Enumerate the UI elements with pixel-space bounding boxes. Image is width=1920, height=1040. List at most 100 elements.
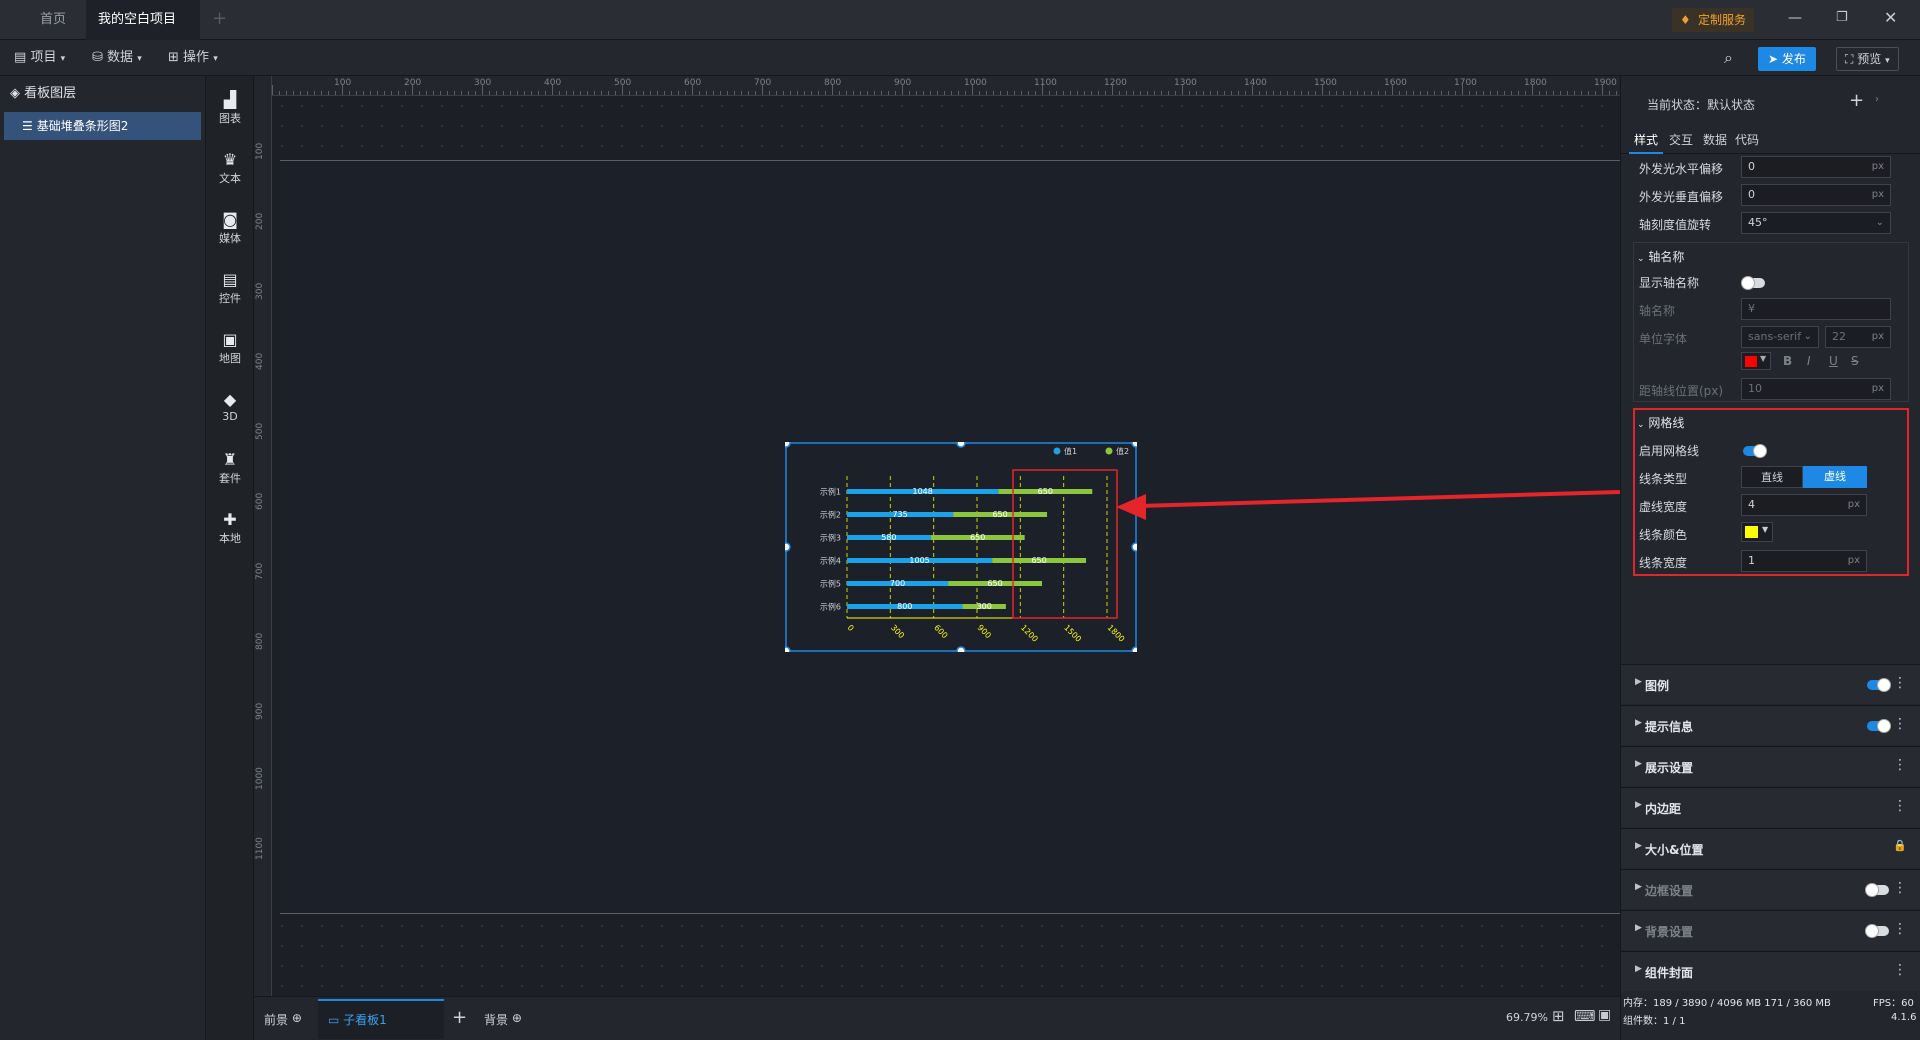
bold-icon[interactable]: B bbox=[1783, 354, 1792, 368]
menu-data[interactable]: ⛁ 数据 ▾ bbox=[92, 40, 142, 76]
line-width-input[interactable]: 1 px bbox=[1741, 550, 1867, 572]
unit-font-select[interactable]: sans-serif ⌄ bbox=[1741, 326, 1819, 348]
stacked-bar-chart[interactable]: 值1 值2 0 300 600 900 1200 1500 1800 示例1 1048 650 示例2 7… bbox=[785, 442, 1137, 652]
add-circle-icon[interactable]: ⊕ bbox=[292, 1011, 302, 1025]
glow-h-offset-input[interactable]: 0 px bbox=[1741, 156, 1891, 178]
preview-button[interactable]: ⛶ 预览 ▾ bbox=[1836, 47, 1899, 71]
lock-icon[interactable]: 🔒 bbox=[1893, 839, 1907, 852]
sub-board-tab[interactable]: ▭ 子看板1 bbox=[318, 999, 444, 1039]
add-state-icon[interactable]: + bbox=[1849, 90, 1864, 111]
add-tab-icon[interactable]: + bbox=[212, 8, 227, 29]
glow-v-offset-input[interactable]: 0 px bbox=[1741, 184, 1891, 206]
section-toggle[interactable] bbox=[1865, 883, 1889, 897]
line-width-unit: px bbox=[1847, 555, 1860, 566]
italic-icon[interactable]: I bbox=[1807, 354, 1811, 368]
menu-project[interactable]: ▤ 项目 ▾ bbox=[14, 40, 65, 76]
ruler-mark bbox=[1350, 91, 1351, 95]
axis-name-input[interactable]: ¥ bbox=[1741, 298, 1891, 320]
section-6[interactable]: ▶ 背景设置 ⋮ bbox=[1621, 910, 1920, 950]
section-toggle[interactable] bbox=[1867, 678, 1891, 692]
more-icon[interactable]: ⋮ bbox=[1893, 757, 1907, 773]
enable-grid-toggle[interactable] bbox=[1743, 444, 1767, 458]
restore-icon[interactable]: ❐ bbox=[1836, 10, 1848, 25]
chevron-right-icon[interactable]: › bbox=[1875, 94, 1879, 105]
tab-code[interactable]: 代码 bbox=[1735, 126, 1759, 154]
axis-name-section-header[interactable]: ⌄ 轴名称 bbox=[1637, 248, 1684, 265]
component-suite[interactable]: ♜ 套件 bbox=[206, 450, 254, 486]
ruler-mark bbox=[1231, 91, 1232, 95]
section-0[interactable]: ▶ 图例 ⋮ bbox=[1621, 664, 1920, 704]
show-axis-name-toggle[interactable] bbox=[1741, 276, 1765, 290]
more-icon[interactable]: ⋮ bbox=[1893, 962, 1907, 978]
unit-font-size-input[interactable]: 22 px bbox=[1825, 326, 1891, 348]
more-icon[interactable]: ⋮ bbox=[1893, 675, 1907, 691]
bar-chart-layer-icon: ☰ bbox=[22, 119, 33, 133]
ruler-mark bbox=[1420, 91, 1421, 95]
menu-operation[interactable]: ⊞ 操作 ▾ bbox=[168, 40, 218, 76]
component-text[interactable]: ♛ 文本 bbox=[206, 150, 254, 186]
custom-service-button[interactable]: ♦ 定制服务 bbox=[1672, 8, 1755, 32]
font-color-picker[interactable]: ▼ bbox=[1741, 352, 1771, 370]
component-media[interactable]: ◙ 媒体 bbox=[206, 210, 254, 246]
zoom-level[interactable]: 69.79% bbox=[1506, 1011, 1548, 1024]
ruler-mark bbox=[790, 91, 791, 95]
more-icon[interactable]: ⋮ bbox=[1893, 880, 1907, 896]
tab-project[interactable]: 我的空白项目 bbox=[86, 0, 200, 64]
fit-screen-icon[interactable]: ⊞ bbox=[1552, 1007, 1565, 1025]
publish-button[interactable]: ➤ 发布 bbox=[1758, 47, 1816, 71]
vertical-ruler[interactable]: 100 200 300 400 500 600 700 800 900 1000 1100 bbox=[254, 76, 272, 996]
grid-icon: ⊞ bbox=[168, 50, 179, 65]
component-count: 组件数：1 / 1 bbox=[1623, 1016, 1686, 1027]
component-control[interactable]: ▤ 控件 bbox=[206, 270, 254, 306]
tab-home[interactable]: 首页 bbox=[18, 0, 88, 40]
ruler-mark bbox=[314, 91, 315, 95]
tab-style[interactable]: 样式 bbox=[1629, 126, 1663, 154]
tick-rotation-select[interactable]: 45° ⌄ bbox=[1741, 212, 1891, 234]
more-icon[interactable]: ⋮ bbox=[1893, 716, 1907, 732]
horizontal-ruler[interactable]: 100 200 300 400 500 600 700 800 900 1000 1100 1200 1… bbox=[272, 76, 1620, 96]
section-7[interactable]: ▶ 组件封面 ⋮ bbox=[1621, 951, 1920, 991]
more-icon[interactable]: ⋮ bbox=[1893, 798, 1907, 814]
ruler-mark bbox=[629, 91, 630, 95]
terminal-icon[interactable]: ▣ bbox=[1598, 1007, 1611, 1023]
more-icon[interactable]: ⋮ bbox=[1893, 921, 1907, 937]
ruler-mark bbox=[1210, 91, 1211, 95]
minimize-icon[interactable]: — bbox=[1788, 10, 1802, 26]
section-4[interactable]: ▶ 大小&位置 🔒 bbox=[1621, 828, 1920, 868]
axis-distance-input[interactable]: 10 px bbox=[1741, 378, 1891, 400]
ruler-tick: 600 bbox=[255, 492, 265, 510]
section-toggle[interactable] bbox=[1865, 924, 1889, 938]
layer-item[interactable]: ☰ 基础堆叠条形图2 bbox=[4, 112, 201, 140]
section-3[interactable]: ▶ 内边距 ⋮ bbox=[1621, 787, 1920, 827]
background-tab[interactable]: 背景 ⊕ bbox=[484, 1011, 522, 1028]
ruler-mark bbox=[1336, 91, 1337, 95]
line-type-dashed[interactable]: 虚线 bbox=[1803, 466, 1867, 488]
add-circle-icon[interactable]: ⊕ bbox=[512, 1011, 522, 1025]
dash-width-input[interactable]: 4 px bbox=[1741, 494, 1867, 516]
section-toggle[interactable] bbox=[1867, 719, 1891, 733]
ruler-mark bbox=[433, 91, 434, 95]
add-board-icon[interactable]: + bbox=[452, 1007, 467, 1028]
underline-icon[interactable]: U bbox=[1829, 354, 1838, 368]
section-2[interactable]: ▶ 展示设置 ⋮ bbox=[1621, 746, 1920, 786]
ruler-mark bbox=[867, 91, 868, 95]
component-map[interactable]: ▣ 地图 bbox=[206, 330, 254, 366]
board-screen[interactable]: 值1 值2 0 300 600 900 1200 1500 1800 示例1 1048 650 示例2 7… bbox=[280, 160, 1620, 914]
line-type-solid[interactable]: 直线 bbox=[1741, 466, 1803, 488]
tab-interaction[interactable]: 交互 bbox=[1669, 126, 1693, 154]
component-3d[interactable]: ◆ 3D bbox=[206, 390, 254, 423]
tab-data[interactable]: 数据 bbox=[1703, 126, 1727, 154]
canvas-workspace[interactable]: 值1 值2 0 300 600 900 1200 1500 1800 示例1 1048 650 示例2 7… bbox=[272, 96, 1621, 996]
foreground-tab[interactable]: 前景 ⊕ bbox=[264, 1011, 302, 1028]
component-local[interactable]: ✚ 本地 bbox=[206, 510, 254, 546]
section-1[interactable]: ▶ 提示信息 ⋮ bbox=[1621, 705, 1920, 745]
ruler-mark bbox=[1462, 85, 1463, 95]
line-color-picker[interactable]: ▼ bbox=[1741, 522, 1773, 542]
component-chart[interactable]: ▟ 图表 bbox=[206, 90, 254, 126]
close-icon[interactable]: ✕ bbox=[1884, 8, 1897, 27]
search-icon[interactable]: ⌕ bbox=[1724, 48, 1733, 68]
strikethrough-icon[interactable]: S bbox=[1851, 354, 1859, 368]
keyboard-icon[interactable]: ⌨ bbox=[1574, 1007, 1596, 1025]
grid-section-header[interactable]: ⌄ 网格线 bbox=[1637, 414, 1684, 431]
section-5[interactable]: ▶ 边框设置 ⋮ bbox=[1621, 869, 1920, 909]
